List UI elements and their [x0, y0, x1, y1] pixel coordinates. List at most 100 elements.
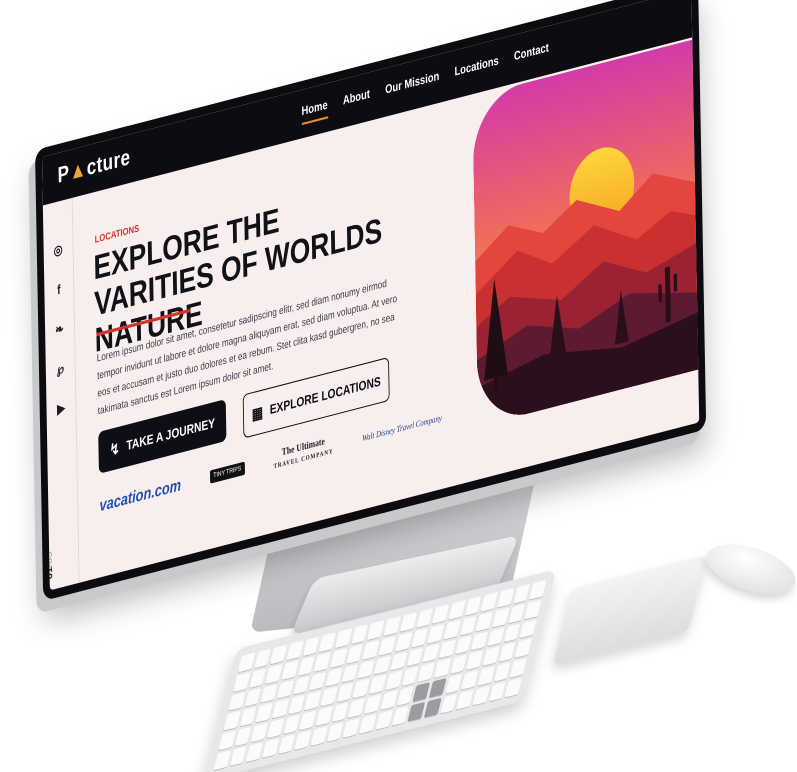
keyboard-key	[391, 706, 409, 726]
keyboard-key	[357, 659, 375, 680]
keyboard-key	[475, 611, 494, 632]
slide-pager: 01/05	[45, 551, 55, 581]
partner-vacation-logo: vacation.com	[99, 475, 182, 516]
keyboard-key	[423, 698, 442, 718]
keyboard-key	[276, 679, 294, 700]
trackpad	[552, 554, 708, 666]
keyboard-key	[454, 635, 473, 655]
keyboard-key	[313, 651, 332, 672]
pager-current: 01	[45, 565, 55, 581]
keyboard-key	[417, 662, 435, 683]
keyboard-key	[278, 734, 296, 754]
twitter-icon[interactable]: ❧	[53, 319, 67, 340]
keyboard-key	[444, 674, 463, 695]
site-logo[interactable]: P▲cture	[57, 145, 130, 189]
keyboard-key	[472, 685, 490, 706]
keyboard-key	[304, 691, 322, 711]
keyboard-key	[496, 587, 515, 608]
keyboard-key	[342, 718, 361, 738]
keyboard-key	[271, 699, 290, 719]
keyboard-key	[459, 615, 477, 636]
keyboard-key	[443, 619, 461, 640]
keyboard-key	[283, 714, 301, 735]
logo-text-prefix: P	[57, 161, 70, 189]
keyboard-key	[513, 583, 531, 604]
keyboard-key	[239, 707, 257, 727]
keyboard-key	[244, 687, 262, 708]
nav-our-mission[interactable]: Our Mission	[385, 70, 439, 97]
keyboard-key	[213, 750, 231, 771]
social-rail: ◎ f ❧ ℘ ▶ 01/05	[42, 197, 80, 591]
keyboard-key	[415, 608, 434, 628]
keyboard-key	[315, 706, 333, 727]
keyboard-key	[336, 683, 354, 703]
nav-locations[interactable]: Locations	[454, 54, 498, 79]
keyboard-key	[229, 746, 247, 767]
keyboard-key	[394, 631, 413, 652]
keyboard-key	[514, 638, 532, 659]
partner-ultimate-logo: The Ultimate TRAVEL COMPANY	[273, 433, 334, 473]
keyboard-key	[428, 678, 447, 699]
keyboard-key	[260, 683, 278, 704]
keyboard-key	[310, 726, 328, 746]
keyboard-key	[223, 711, 241, 731]
keyboard-key	[449, 654, 468, 675]
keyboard-key	[396, 686, 414, 707]
keyboard-key	[440, 693, 458, 714]
keyboard-key	[302, 636, 320, 656]
keyboard-key	[498, 642, 516, 663]
monitor: P▲cture Home About Our Mission Locations…	[35, 0, 707, 601]
keyboard-key	[249, 668, 267, 688]
keyboard-key	[330, 647, 348, 668]
keyboard-key	[482, 646, 500, 667]
keyboard-key	[422, 643, 440, 663]
keyboard-key	[294, 730, 312, 750]
keyboard-key	[412, 682, 430, 703]
keyboard-key	[488, 681, 506, 702]
youtube-icon[interactable]: ▶	[54, 398, 68, 419]
keyboard-key	[487, 627, 505, 647]
nav-home[interactable]: Home	[301, 99, 327, 119]
logo-text-suffix: cture	[86, 145, 131, 181]
keyboard-key	[427, 623, 445, 644]
keyboard-key	[519, 619, 537, 639]
keyboard-key	[367, 620, 385, 640]
keyboard-key	[318, 632, 337, 652]
pager-total: /05	[44, 550, 55, 569]
keyboard-key	[237, 652, 256, 673]
keyboard-key	[375, 710, 393, 730]
take-a-journey-label: TAKE A JOURNEY	[126, 415, 216, 454]
facebook-icon[interactable]: f	[52, 279, 66, 300]
keyboard-key	[297, 655, 316, 676]
keyboard-key	[508, 603, 526, 624]
keyboard-key	[407, 702, 426, 722]
keyboard-key	[334, 628, 353, 648]
keyboard-key	[448, 600, 466, 620]
keyboard-key	[228, 691, 246, 712]
keyboard-key	[406, 647, 424, 667]
keyboard-key	[438, 639, 456, 659]
keyboard-key	[364, 694, 382, 715]
keyboard-key	[292, 675, 311, 696]
keyboard-key	[480, 591, 499, 612]
instagram-icon[interactable]: ◎	[51, 240, 65, 261]
explore-locations-label: EXPLORE LOCATIONS	[269, 373, 381, 418]
keyboard-key	[232, 672, 251, 692]
keyboard-key	[245, 742, 264, 763]
pinterest-icon[interactable]: ℘	[53, 358, 67, 379]
keyboard-key	[456, 689, 474, 710]
keyboard-key	[299, 710, 317, 731]
nav-about[interactable]: About	[343, 88, 370, 108]
keyboard-key	[529, 579, 547, 600]
keyboard-key	[461, 670, 479, 690]
website-screen: P▲cture Home About Our Mission Locations…	[41, 0, 700, 591]
keyboard-key	[383, 616, 401, 636]
keyboard-key	[325, 667, 343, 688]
nav-contact[interactable]: Contact	[514, 41, 549, 63]
partner-tiny-trips-logo: TINY TRIPS	[209, 461, 245, 484]
keyboard-key	[261, 738, 280, 759]
keyboard-key	[378, 635, 396, 656]
keyboard-key	[281, 660, 299, 680]
keyboard-key	[491, 607, 510, 628]
desk-scene: P▲cture Home About Our Mission Locations…	[0, 0, 797, 772]
